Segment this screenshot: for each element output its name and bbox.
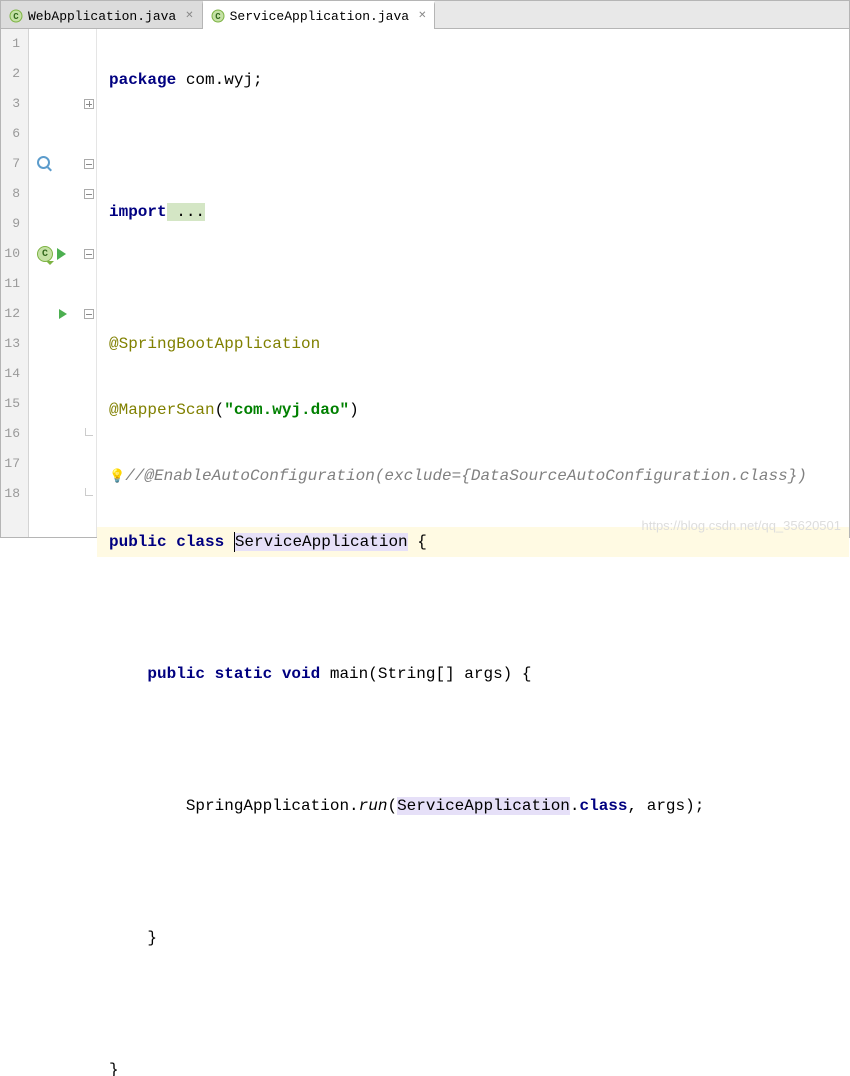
line-number: 15 [1, 389, 20, 419]
code-line[interactable]: } [97, 923, 849, 953]
fold-end-icon [85, 488, 93, 496]
class-run-icon[interactable]: C [37, 246, 53, 262]
code-line[interactable]: @SpringBootApplication [97, 329, 849, 359]
fold-end-icon [85, 428, 93, 436]
code-area[interactable]: package com.wyj; import ... @SpringBootA… [97, 29, 849, 537]
java-class-icon: C [211, 9, 225, 23]
code-editor[interactable]: 1 2 3 6 7 8 9 10 11 12 13 14 15 16 17 18… [1, 29, 849, 537]
intention-bulb-icon[interactable]: 💡 [109, 462, 125, 492]
fold-collapse-icon[interactable] [84, 309, 94, 319]
code-line[interactable]: public static void main(String[] args) { [97, 659, 849, 689]
line-number: 3 [1, 89, 20, 119]
line-number: 17 [1, 449, 20, 479]
line-number: 2 [1, 59, 20, 89]
close-icon[interactable]: ✕ [418, 10, 426, 22]
line-number: 10 [1, 239, 20, 269]
line-number: 18 [1, 479, 20, 509]
tab-label: WebApplication.java [28, 9, 176, 24]
line-number: 11 [1, 269, 20, 299]
code-line[interactable] [97, 989, 849, 1019]
line-number: 16 [1, 419, 20, 449]
line-number-gutter: 1 2 3 6 7 8 9 10 11 12 13 14 15 16 17 18 [1, 29, 29, 537]
code-line[interactable]: 💡//@EnableAutoConfiguration(exclude={Dat… [97, 461, 849, 491]
code-line[interactable] [97, 725, 849, 755]
java-class-icon: C [9, 9, 23, 23]
fold-gutter [81, 29, 97, 537]
code-line[interactable]: import ... [97, 197, 849, 227]
run-icon[interactable] [57, 248, 66, 260]
line-number: 8 [1, 179, 20, 209]
tab-label: ServiceApplication.java [230, 9, 409, 24]
line-number: 12 [1, 299, 20, 329]
gutter-icons: C [29, 29, 81, 537]
code-line[interactable] [97, 857, 849, 887]
svg-text:C: C [13, 12, 19, 22]
search-icon[interactable] [37, 156, 53, 172]
code-line[interactable] [97, 131, 849, 161]
code-line[interactable]: } [97, 1055, 849, 1076]
watermark-text: https://blog.csdn.net/qq_35620501 [642, 518, 842, 533]
line-number: 1 [1, 29, 20, 59]
line-number: 6 [1, 119, 20, 149]
line-number: 13 [1, 329, 20, 359]
line-number: 7 [1, 149, 20, 179]
run-icon[interactable] [59, 309, 67, 319]
tab-serviceapplication[interactable]: C ServiceApplication.java ✕ [203, 1, 436, 28]
fold-collapse-icon[interactable] [84, 249, 94, 259]
tab-webapplication[interactable]: C WebApplication.java ✕ [1, 1, 203, 28]
code-line[interactable]: package com.wyj; [97, 65, 849, 95]
code-line[interactable]: @MapperScan("com.wyj.dao") [97, 395, 849, 425]
svg-text:C: C [215, 12, 221, 22]
fold-collapse-icon[interactable] [84, 189, 94, 199]
code-line[interactable] [97, 593, 849, 623]
line-number: 14 [1, 359, 20, 389]
fold-expand-icon[interactable] [84, 99, 94, 109]
code-line[interactable]: SpringApplication.run(ServiceApplication… [97, 791, 849, 821]
line-number: 9 [1, 209, 20, 239]
editor-tabs: C WebApplication.java ✕ C ServiceApplica… [1, 1, 849, 29]
fold-collapse-icon[interactable] [84, 159, 94, 169]
code-line[interactable] [97, 263, 849, 293]
close-icon[interactable]: ✕ [185, 10, 193, 22]
